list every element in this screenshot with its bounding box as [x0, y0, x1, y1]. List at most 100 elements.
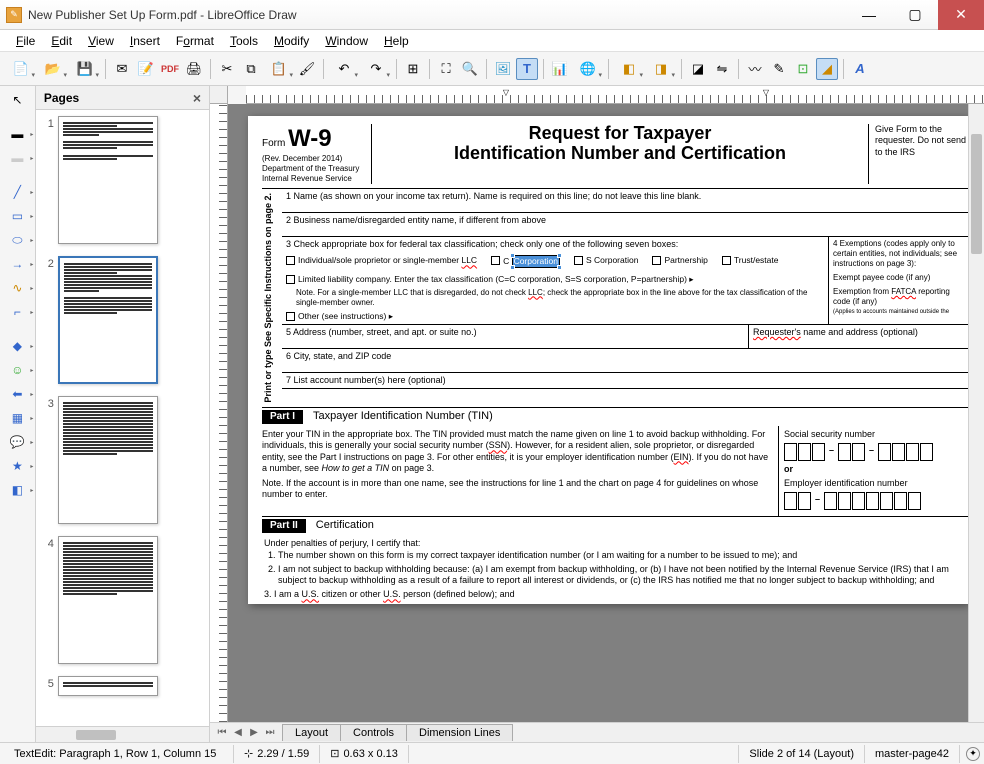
status-pos: ⊹2.29 / 1.59 — [234, 745, 320, 763]
chk-other[interactable]: Other (see instructions) ▸ — [286, 311, 393, 322]
chk-individual[interactable]: Individual/sole proprietor or single-mem… — [286, 255, 477, 266]
close-button[interactable]: ✕ — [938, 0, 984, 30]
align-button[interactable]: ◧ — [614, 58, 644, 80]
block-arrows-tool[interactable]: ⬅ — [5, 384, 29, 404]
menu-modify[interactable]: Modify — [266, 32, 317, 50]
new-button[interactable]: 📄 — [6, 58, 36, 80]
nav-next[interactable]: ▶ — [246, 727, 262, 738]
select-tool[interactable]: ↖ — [5, 90, 29, 110]
ruler-horizontal[interactable]: ▽▽ — [246, 86, 984, 104]
nav-prev[interactable]: ◀ — [230, 727, 246, 738]
undo-button[interactable]: ↶ — [329, 58, 359, 80]
flowchart-tool[interactable]: ▦ — [5, 408, 29, 428]
menu-window[interactable]: Window — [317, 32, 376, 50]
hyperlink-button[interactable]: 🌐 — [573, 58, 603, 80]
open-button[interactable]: 📂 — [38, 58, 68, 80]
line-tool[interactable]: ╱ — [5, 182, 29, 202]
menu-format[interactable]: Format — [168, 32, 222, 50]
page-thumb-4[interactable]: 4 — [42, 536, 203, 664]
basic-shapes-tool[interactable]: ◆ — [5, 336, 29, 356]
chk-trust[interactable]: Trust/estate — [722, 255, 779, 266]
canvas-area: ▽▽ Form W-9 (Rev. December 2014) Departm… — [210, 86, 984, 742]
redo-button[interactable]: ↷ — [361, 58, 391, 80]
brush-button[interactable]: 🖌 — [296, 58, 318, 80]
document-page[interactable]: Form W-9 (Rev. December 2014) Department… — [248, 116, 968, 604]
selected-text[interactable]: Corporation — [512, 255, 560, 268]
status-slide: Slide 2 of 14 (Layout) — [739, 745, 865, 763]
line-color-tool[interactable]: ▬ — [5, 124, 29, 144]
cut-button[interactable]: ✂ — [216, 58, 238, 80]
pages-hscroll[interactable] — [36, 726, 209, 742]
zoom-button[interactable]: 🔍 — [459, 58, 481, 80]
3d-tool[interactable]: ◧ — [5, 480, 29, 500]
edit-button[interactable]: 📝 — [135, 58, 157, 80]
flip-button[interactable]: ⇋ — [711, 58, 733, 80]
symbol-shapes-tool[interactable]: ☺ — [5, 360, 29, 380]
menubar: File Edit View Insert Format Tools Modif… — [0, 30, 984, 52]
tab-dimension[interactable]: Dimension Lines — [406, 724, 513, 741]
shadow-button[interactable]: ◪ — [687, 58, 709, 80]
curve-button[interactable]: 〰 — [744, 58, 766, 80]
pdf-button[interactable]: PDF — [159, 58, 181, 80]
chk-c-corp[interactable]: C Corporation — [491, 255, 560, 268]
curve-tool[interactable]: ∿ — [5, 278, 29, 298]
callout-tool[interactable]: 💬 — [5, 432, 29, 452]
document-view[interactable]: Form W-9 (Rev. December 2014) Department… — [228, 104, 968, 722]
rect-tool[interactable]: ▭ — [5, 206, 29, 226]
field-accounts[interactable]: 7 List account number(s) here (optional) — [282, 373, 968, 389]
ssn-input[interactable]: – – — [784, 443, 963, 461]
menu-help[interactable]: Help — [376, 32, 417, 50]
grid-button[interactable]: ⊞ — [402, 58, 424, 80]
tab-layout[interactable]: Layout — [282, 724, 341, 741]
vertical-scrollbar[interactable] — [968, 104, 984, 722]
connector-tool[interactable]: ⌐ — [5, 302, 29, 322]
menu-file[interactable]: File — [8, 32, 43, 50]
chk-s-corp[interactable]: S Corporation — [574, 255, 638, 266]
save-button[interactable]: 💾 — [70, 58, 100, 80]
menu-edit[interactable]: Edit — [43, 32, 80, 50]
zoom-fit-button[interactable]: ✦ — [966, 747, 980, 761]
minimize-button[interactable]: — — [846, 0, 892, 30]
arrow-tool[interactable]: → — [5, 254, 29, 274]
points-button[interactable]: ✎ — [768, 58, 790, 80]
maximize-button[interactable]: ▢ — [892, 0, 938, 30]
chk-llc[interactable]: Limited liability company. Enter the tax… — [286, 274, 694, 285]
menu-insert[interactable]: Insert — [122, 32, 168, 50]
pages-list[interactable]: 1 2 3 4 5 — [36, 110, 209, 726]
email-button[interactable]: ✉ — [111, 58, 133, 80]
ruler-vertical[interactable] — [210, 104, 228, 722]
page-thumb-5[interactable]: 5 — [42, 676, 203, 696]
print-button[interactable]: 🖨 — [183, 58, 205, 80]
textbox-button[interactable]: T — [516, 58, 538, 80]
field-business[interactable]: 2 Business name/disregarded entity name,… — [282, 213, 968, 237]
field-city[interactable]: 6 City, state, and ZIP code — [282, 349, 968, 373]
field-requester[interactable]: Requester's name and address (optional) — [748, 325, 968, 349]
ein-input[interactable]: – — [784, 492, 963, 510]
status-edit: TextEdit: Paragraph 1, Row 1, Column 15 — [4, 745, 234, 763]
nav-last[interactable]: ⏭ — [262, 727, 278, 738]
arrange-button[interactable]: ◨ — [646, 58, 676, 80]
page-thumb-2[interactable]: 2 — [42, 256, 203, 384]
extrusion-button[interactable]: ◢ — [816, 58, 838, 80]
glue-button[interactable]: ⊡ — [792, 58, 814, 80]
field-name[interactable]: 1 Name (as shown on your income tax retu… — [282, 189, 968, 213]
page-thumb-3[interactable]: 3 — [42, 396, 203, 524]
menu-view[interactable]: View — [80, 32, 122, 50]
field-address[interactable]: 5 Address (number, street, and apt. or s… — [282, 325, 748, 349]
chk-partnership[interactable]: Partnership — [652, 255, 707, 266]
copy-button[interactable]: ⧉ — [240, 58, 262, 80]
image-button[interactable]: 🖼 — [492, 58, 514, 80]
paste-button[interactable]: 📋 — [264, 58, 294, 80]
chart-button[interactable]: 📊 — [549, 58, 571, 80]
fill-color-tool[interactable]: ▬ — [5, 148, 29, 168]
crop-button[interactable]: ⛶ — [435, 58, 457, 80]
pages-close-icon[interactable]: × — [193, 90, 201, 106]
ellipse-tool[interactable]: ⬭ — [5, 230, 29, 250]
nav-first[interactable]: ⏮ — [214, 727, 230, 738]
fontwork-button[interactable]: A — [849, 58, 871, 80]
tab-controls[interactable]: Controls — [340, 724, 407, 741]
pages-title: Pages — [44, 91, 79, 105]
menu-tools[interactable]: Tools — [222, 32, 266, 50]
page-thumb-1[interactable]: 1 — [42, 116, 203, 244]
stars-tool[interactable]: ★ — [5, 456, 29, 476]
